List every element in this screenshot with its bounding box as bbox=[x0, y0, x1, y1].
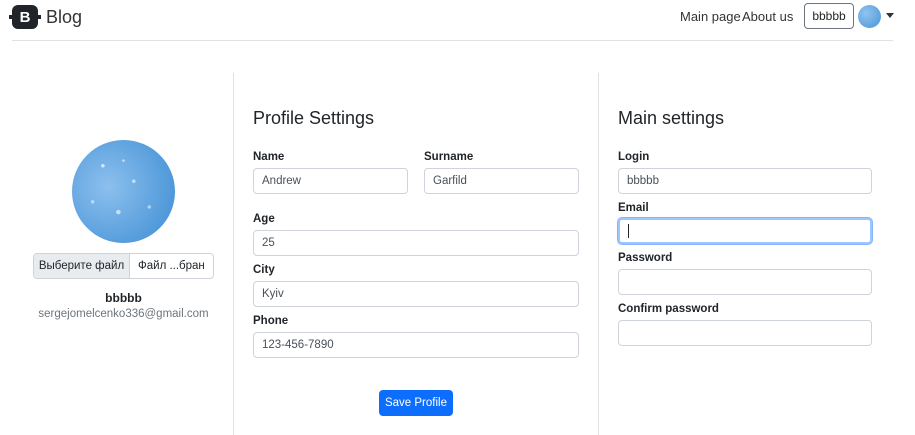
email-input[interactable] bbox=[618, 218, 872, 244]
age-input[interactable]: 25 bbox=[253, 230, 579, 256]
nav-main-page[interactable]: Main page bbox=[680, 9, 741, 24]
main-settings-title: Main settings bbox=[618, 108, 725, 128]
password-input[interactable] bbox=[618, 269, 872, 295]
name-label: Name bbox=[253, 151, 285, 163]
nav-about-us[interactable]: About us bbox=[742, 9, 793, 24]
dropdown-caret-icon[interactable] bbox=[886, 13, 894, 18]
profile-avatar bbox=[72, 140, 175, 243]
brand-logo-letter: B bbox=[19, 8, 31, 26]
brand-link[interactable]: B Blog bbox=[9, 5, 83, 29]
profile-email: sergejomelcenko336@gmail.com bbox=[38, 308, 209, 320]
surname-input[interactable]: Garfild bbox=[424, 168, 579, 194]
email-label: Email bbox=[618, 202, 649, 214]
brand-text: Blog bbox=[46, 6, 83, 27]
age-label: Age bbox=[253, 213, 275, 225]
navbar: B Blog Main page About us bbbbb bbox=[9, 0, 894, 41]
profile-username: bbbbb bbox=[105, 291, 142, 305]
name-input[interactable]: Andrew bbox=[253, 168, 408, 194]
save-profile-button[interactable]: Save Profile bbox=[379, 390, 453, 416]
city-label: City bbox=[253, 264, 275, 276]
phone-input[interactable]: 123-456-7890 bbox=[253, 332, 579, 358]
surname-label: Surname bbox=[424, 151, 474, 163]
file-name-text: Файл ...бран bbox=[138, 260, 205, 272]
avatar-file-input[interactable]: Выберите файл Файл ...бран bbox=[33, 253, 214, 279]
password-label: Password bbox=[618, 252, 673, 264]
choose-file-button[interactable]: Выберите файл bbox=[34, 254, 130, 278]
bootstrap-logo-icon: B bbox=[9, 5, 41, 29]
text-cursor bbox=[628, 224, 629, 238]
login-label: Login bbox=[618, 151, 650, 163]
profile-settings-title: Profile Settings bbox=[253, 108, 375, 128]
confirm-password-input[interactable] bbox=[618, 320, 872, 346]
column-divider-right bbox=[598, 73, 599, 435]
nav-avatar[interactable] bbox=[858, 5, 881, 28]
column-divider-left bbox=[233, 73, 234, 435]
user-button[interactable]: bbbbb bbox=[804, 3, 854, 29]
confirm-password-label: Confirm password bbox=[618, 303, 719, 315]
login-input[interactable]: bbbbb bbox=[618, 168, 872, 194]
city-input[interactable]: Kyiv bbox=[253, 281, 579, 307]
phone-label: Phone bbox=[253, 315, 289, 327]
